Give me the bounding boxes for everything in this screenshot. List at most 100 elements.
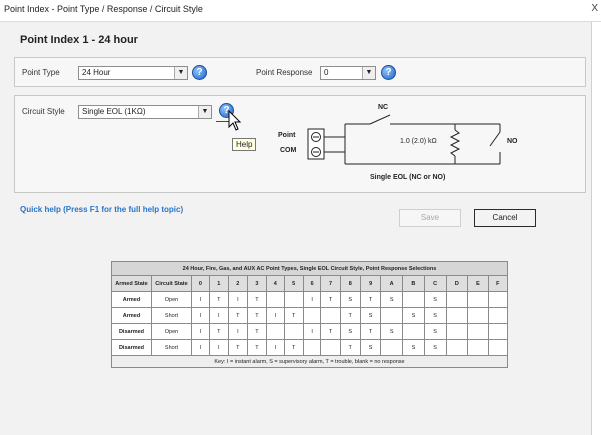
armed-state-cell: Disarmed: [111, 323, 152, 340]
table-cell: I: [302, 323, 322, 340]
table-cell: I: [191, 307, 210, 324]
table-cell: T: [359, 323, 382, 340]
table-cell: I: [208, 339, 229, 356]
table-cell: [380, 339, 404, 356]
table-cell: [487, 291, 509, 308]
circuit-style-value: Single EOL (1KΩ): [82, 107, 146, 116]
table-cell: S: [423, 307, 447, 324]
table-cell: T: [339, 339, 361, 356]
table-row: Disarmed Open I T I T I T S T S S: [111, 323, 509, 340]
table-cell: [283, 291, 304, 308]
table-cell: I: [208, 307, 229, 324]
table-cell: [445, 339, 469, 356]
table-cell: [320, 307, 341, 324]
table-cell: S: [339, 291, 361, 308]
column-header: 4: [265, 275, 285, 292]
nc-label: NC: [378, 104, 389, 111]
page-title: Point Index 1 - 24 hour: [20, 34, 138, 46]
quick-help-link[interactable]: Quick help (Press F1 for the full help t…: [20, 205, 183, 214]
point-type-select[interactable]: 24 Hour ▼: [78, 66, 188, 80]
table-cell: [320, 339, 341, 356]
table-cell: T: [227, 339, 248, 356]
table-cell: [445, 323, 469, 340]
column-header: E: [467, 275, 489, 292]
cancel-button[interactable]: Cancel: [474, 209, 536, 227]
armed-state-cell: Armed: [111, 291, 152, 308]
column-header: 8: [339, 275, 361, 292]
table-cell: [302, 339, 322, 356]
table-cell: [380, 307, 404, 324]
column-header: D: [445, 275, 469, 292]
table-cell: [283, 323, 304, 340]
table-cell: T: [246, 323, 267, 340]
point-response-value: 0: [324, 68, 329, 77]
help-icon[interactable]: ?: [381, 65, 396, 80]
table-cell: T: [208, 323, 229, 340]
table-cell: S: [423, 339, 447, 356]
table-cell: [402, 291, 425, 308]
column-header: 6: [302, 275, 322, 292]
column-header: 5: [283, 275, 304, 292]
chevron-down-icon[interactable]: ▼: [362, 67, 375, 79]
column-header: 7: [320, 275, 341, 292]
table-cell: S: [423, 291, 447, 308]
armed-state-cell: Armed: [111, 307, 152, 324]
table-cell: S: [359, 307, 382, 324]
column-header: F: [487, 275, 509, 292]
close-icon[interactable]: X: [591, 3, 598, 14]
table-row: Disarmed Short I I T T I T T S S S: [111, 339, 509, 356]
window-title: Point Index - Point Type / Response / Ci…: [4, 4, 203, 14]
point-response-label: Point Response: [256, 68, 313, 77]
circuit-state-cell: Open: [151, 291, 192, 308]
table-cell: [445, 291, 469, 308]
table-cell: [402, 323, 425, 340]
table-cell: [302, 307, 322, 324]
table-cell: S: [380, 323, 404, 340]
table-cell: I: [191, 339, 210, 356]
resistor-label: 1.0 (2.0) kΩ: [400, 138, 437, 145]
table-cell: S: [402, 307, 425, 324]
table-cell: [467, 307, 489, 324]
column-header: C: [423, 275, 447, 292]
table-cell: [487, 307, 509, 324]
column-header: A: [380, 275, 404, 292]
table-cell: S: [359, 339, 382, 356]
table-key: Key: I = instant alarm, S = supervisory …: [111, 355, 508, 368]
column-header: 9: [359, 275, 382, 292]
table-cell: T: [320, 291, 341, 308]
help-icon[interactable]: ?: [192, 65, 207, 80]
table-cell: [487, 323, 509, 340]
table-cell: T: [246, 307, 267, 324]
table-cell: [265, 291, 285, 308]
circuit-state-cell: Short: [151, 307, 192, 324]
column-header: 1: [208, 275, 229, 292]
circuit-style-select[interactable]: Single EOL (1KΩ) ▼: [78, 105, 212, 119]
table-cell: [467, 323, 489, 340]
table-cell: S: [380, 291, 404, 308]
point-response-select[interactable]: 0 ▼: [320, 66, 376, 80]
table-cell: T: [359, 291, 382, 308]
save-button[interactable]: Save: [399, 209, 461, 227]
table-title: 24 Hour, Fire, Gas, and AUX AC Point Typ…: [111, 261, 508, 276]
column-header: Circuit State: [151, 275, 192, 292]
table-title-row: 24 Hour, Fire, Gas, and AUX AC Point Typ…: [111, 261, 508, 276]
circuit-style-label: Circuit Style: [22, 107, 65, 116]
table-cell: T: [320, 323, 341, 340]
point-response-table: 24 Hour, Fire, Gas, and AUX AC Point Typ…: [111, 261, 509, 368]
chevron-down-icon[interactable]: ▼: [198, 106, 211, 118]
table-cell: [445, 307, 469, 324]
table-cell: [467, 339, 489, 356]
table-cell: T: [208, 291, 229, 308]
table-cell: I: [191, 291, 210, 308]
table-row: Armed Short I I T T I T T S S S: [111, 307, 509, 324]
diagram-caption: Single EOL (NC or NO): [370, 174, 446, 181]
circuit-state-cell: Short: [151, 339, 192, 356]
point-terminal-label: Point: [278, 132, 296, 139]
help-tooltip: Help: [232, 138, 257, 151]
table-cell: T: [283, 339, 304, 356]
table-cell: I: [227, 323, 248, 340]
com-terminal-label: COM: [280, 147, 297, 154]
table-cell: T: [246, 339, 267, 356]
chevron-down-icon[interactable]: ▼: [174, 67, 187, 79]
table-key-row: Key: I = instant alarm, S = supervisory …: [111, 355, 508, 368]
